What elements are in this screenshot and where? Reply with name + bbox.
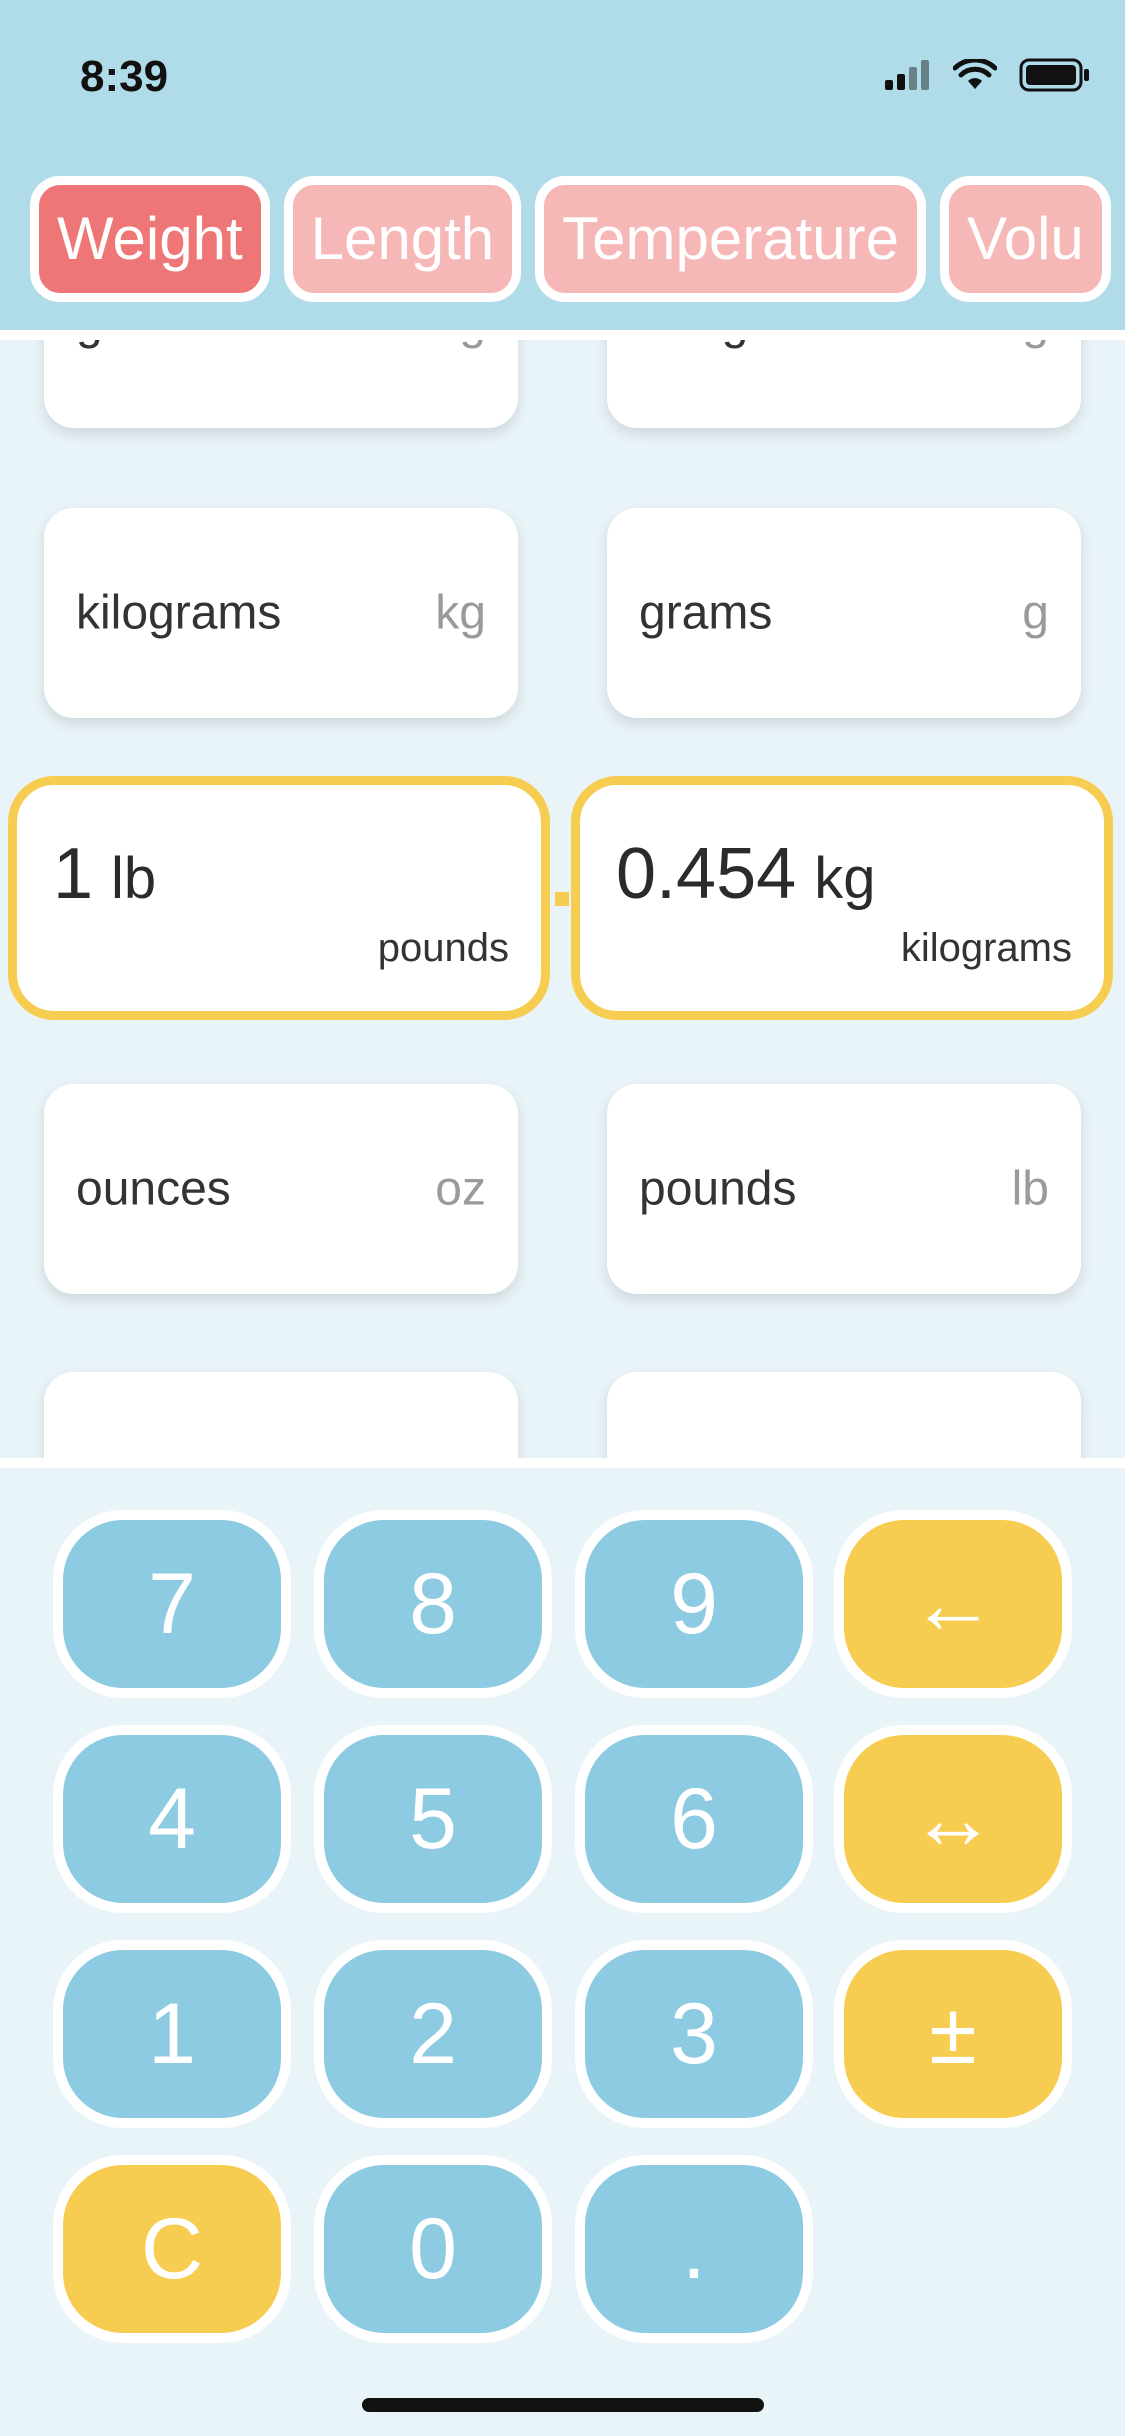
unit-abbr: g: [1022, 586, 1049, 640]
key-2[interactable]: 2: [314, 1940, 552, 2128]
battery-icon: [1019, 58, 1089, 92]
tab-length[interactable]: Length: [283, 176, 522, 302]
unit-abbr: lb: [1011, 1162, 1049, 1216]
selection-connector: [555, 892, 569, 906]
to-unit-abbr: kg: [814, 846, 876, 911]
unit-picker: grams g milligrams mg kilograms kg grams…: [0, 340, 1125, 1458]
unit-name: grams: [76, 340, 209, 351]
key-1[interactable]: 1: [53, 1940, 291, 2128]
wifi-icon: [953, 59, 997, 89]
decimal-point-button[interactable]: .: [575, 2155, 813, 2343]
key-0[interactable]: 0: [314, 2155, 552, 2343]
keypad: 7 8 9 ← 4 5 6 ↔ 1 2 3 ± C 0 .: [0, 1468, 1125, 2436]
unit-card-grams-from[interactable]: grams g: [44, 340, 518, 428]
unit-abbr: kg: [435, 586, 486, 640]
keypad-divider: [0, 1458, 1125, 1468]
key-4[interactable]: 4: [53, 1725, 291, 1913]
unit-card-milligrams-to[interactable]: milligrams mg: [607, 340, 1081, 428]
unit-card-kilograms-from[interactable]: kilograms kg: [44, 508, 518, 718]
status-icons: [885, 58, 1091, 92]
header: 8:39 Weight Length Temperature Volu: [0, 0, 1125, 330]
from-value: 1: [53, 834, 94, 914]
clear-button[interactable]: C: [53, 2155, 291, 2343]
backspace-button[interactable]: ←: [834, 1510, 1072, 1698]
key-3[interactable]: 3: [575, 1940, 813, 2128]
unit-card-ounces-from[interactable]: ounces oz: [44, 1084, 518, 1294]
unit-name: ounces: [76, 1162, 231, 1216]
key-7[interactable]: 7: [53, 1510, 291, 1698]
to-unit-name: kilograms: [900, 926, 1072, 970]
category-tabs: Weight Length Temperature Volu: [0, 176, 1125, 306]
unit-card-pounds-to[interactable]: pounds lb: [607, 1084, 1081, 1294]
unit-name: grams: [639, 586, 773, 640]
unit-name: kilograms: [76, 586, 282, 640]
swap-icon: ↔: [910, 1771, 996, 1867]
status-time: 8:39: [80, 52, 169, 101]
tab-temperature[interactable]: Temperature: [535, 176, 926, 302]
key-6[interactable]: 6: [575, 1725, 813, 1913]
backspace-icon: ←: [910, 1556, 996, 1652]
unit-card-next-from[interactable]: [44, 1372, 518, 1458]
tab-weight[interactable]: Weight: [30, 176, 270, 302]
unit-card-grams-to[interactable]: grams g: [607, 508, 1081, 718]
from-value-display: 1 lb: [53, 833, 156, 915]
unit-abbr: mg: [982, 340, 1049, 351]
from-unit-abbr: lb: [111, 846, 157, 911]
key-5[interactable]: 5: [314, 1725, 552, 1913]
to-value-card[interactable]: 0.454 kg kilograms: [571, 776, 1113, 1020]
key-9[interactable]: 9: [575, 1510, 813, 1698]
unit-abbr: oz: [435, 1162, 486, 1216]
unit-name: milligrams: [639, 340, 855, 351]
sign-toggle-button[interactable]: ±: [834, 1940, 1072, 2128]
swap-units-button[interactable]: ↔: [834, 1725, 1072, 1913]
header-divider: [0, 330, 1125, 340]
from-value-card[interactable]: 1 lb pounds: [8, 776, 550, 1020]
to-value: 0.454: [616, 834, 797, 914]
cellular-signal-icon: [885, 60, 929, 90]
tab-volume[interactable]: Volu: [940, 176, 1111, 302]
unit-card-next-to[interactable]: [607, 1372, 1081, 1458]
unit-abbr: g: [459, 340, 486, 351]
key-8[interactable]: 8: [314, 1510, 552, 1698]
to-value-display: 0.454 kg: [616, 833, 875, 915]
unit-name: pounds: [639, 1162, 797, 1216]
from-unit-name: pounds: [377, 926, 509, 970]
home-indicator[interactable]: [362, 2398, 764, 2412]
